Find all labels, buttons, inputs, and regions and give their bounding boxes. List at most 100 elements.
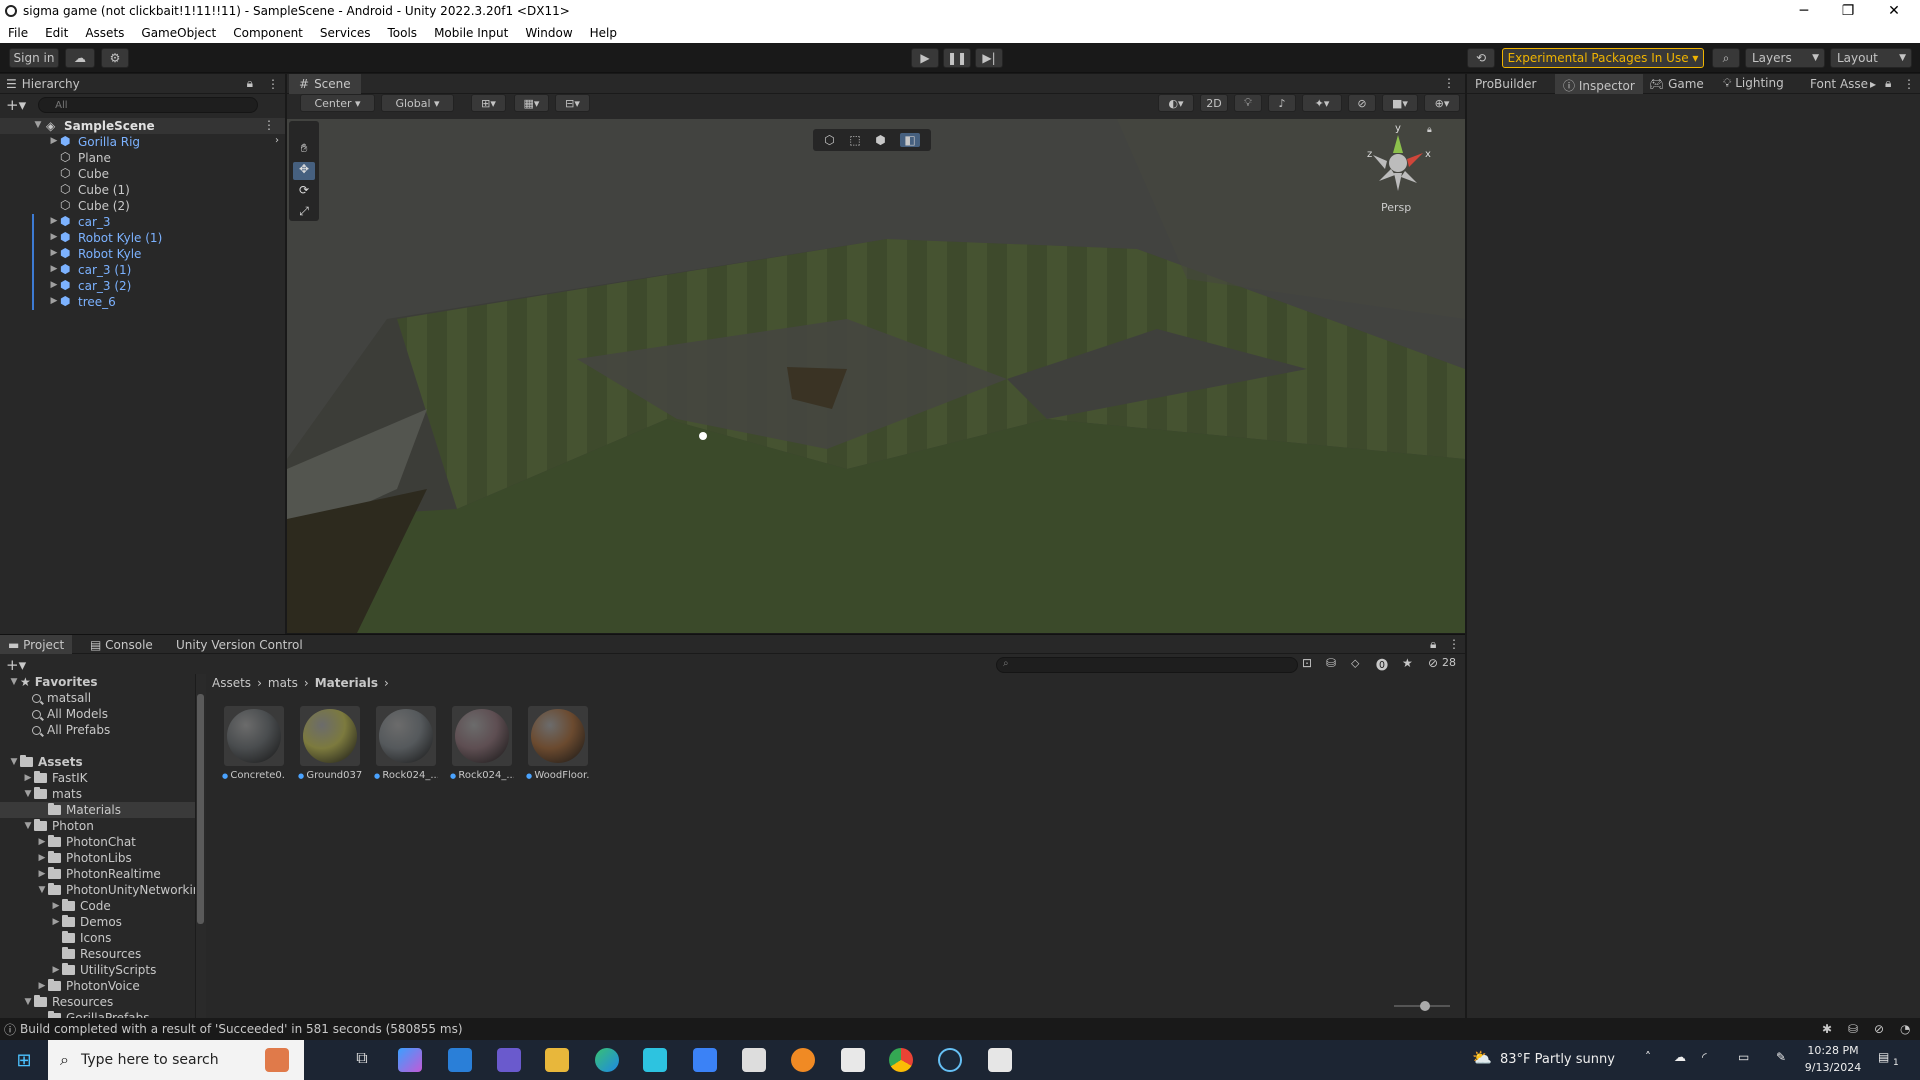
- grid-snap-icon[interactable]: ⊞▾: [471, 94, 506, 112]
- grid-visibility-icon[interactable]: ▦▾: [514, 94, 549, 112]
- material-asset[interactable]: ● Ground037...: [298, 706, 362, 786]
- cache-icon[interactable]: ⛁: [1848, 1022, 1858, 1036]
- add-icon[interactable]: +▾: [6, 96, 26, 114]
- file-explorer-icon[interactable]: [545, 1048, 569, 1072]
- menu-file[interactable]: File: [0, 26, 36, 40]
- box-view-icon[interactable]: ⬢: [875, 133, 885, 147]
- tab-inspector[interactable]: ⓘ Inspector: [1555, 74, 1643, 94]
- increment-snap-icon[interactable]: ⊟▾: [555, 94, 590, 112]
- project-folder[interactable]: ▶ UtilityScripts: [50, 962, 156, 978]
- clock-time[interactable]: 10:28 PM: [1800, 1044, 1866, 1057]
- app-icon-purple[interactable]: [497, 1048, 521, 1072]
- hierarchy-item[interactable]: ⬡ Cube (1): [0, 182, 285, 198]
- tab-scene[interactable]: # Scene: [289, 74, 361, 94]
- expand-arrow-icon[interactable]: ▼: [36, 885, 48, 895]
- clock-date[interactable]: 9/13/2024: [1800, 1061, 1866, 1074]
- hand-tool-icon[interactable]: ✋︎: [293, 141, 315, 159]
- progress-icon[interactable]: ◔: [1900, 1022, 1910, 1036]
- toggle-2d-button[interactable]: 2D: [1200, 94, 1228, 112]
- breadcrumb-item[interactable]: Materials: [315, 676, 378, 690]
- project-folder[interactable]: ▶ Demos: [50, 914, 122, 930]
- blender-icon[interactable]: [791, 1048, 815, 1072]
- hierarchy-item[interactable]: ▶ ⬢ Robot Kyle (1): [0, 230, 285, 246]
- project-folder[interactable]: GorillaPrefabs: [36, 1010, 149, 1018]
- camera-settings-icon[interactable]: ■▾: [1382, 94, 1418, 112]
- expand-arrow-icon[interactable]: ▶: [22, 773, 34, 783]
- menu-assets[interactable]: Assets: [77, 26, 132, 40]
- sign-in-button[interactable]: Sign in: [9, 48, 59, 68]
- draw-mode-icon[interactable]: ◐▾: [1158, 94, 1194, 112]
- label-icon[interactable]: ⬦: [1351, 656, 1359, 671]
- menu-component[interactable]: Component: [225, 26, 311, 40]
- scene-row[interactable]: ▼ ◈ SampleScene ⋮: [0, 118, 285, 134]
- menu-edit[interactable]: Edit: [37, 26, 76, 40]
- weather-text[interactable]: 83°F Partly sunny: [1500, 1052, 1615, 1067]
- favorite-item[interactable]: All Prefabs: [32, 722, 110, 738]
- experimental-packages-button[interactable]: Experimental Packages In Use ▾: [1502, 48, 1704, 68]
- expand-arrow-icon[interactable]: ▶: [48, 136, 60, 146]
- more-icon[interactable]: ⋮: [1443, 76, 1455, 90]
- status-message[interactable]: Build completed with a result of 'Succee…: [20, 1022, 462, 1036]
- persp-label[interactable]: Persp: [1381, 201, 1411, 214]
- pause-button[interactable]: ❚❚: [943, 48, 971, 68]
- weather-icon[interactable]: ⛅: [1472, 1048, 1492, 1067]
- more-icon[interactable]: ⋮: [267, 77, 279, 91]
- project-folder[interactable]: ▶ Code: [50, 898, 111, 914]
- task-view-icon[interactable]: ⧉: [350, 1048, 374, 1072]
- effects-icon[interactable]: ✦▾: [1302, 94, 1342, 112]
- project-folder[interactable]: ▼ mats: [22, 786, 82, 802]
- cube-view-icon[interactable]: ⬡: [824, 133, 834, 147]
- tab-project[interactable]: ▬ Project: [0, 635, 73, 655]
- create-asset-icon[interactable]: +▾: [6, 656, 26, 674]
- tab-font-asset[interactable]: Font Asse: [1810, 77, 1868, 91]
- assets-root[interactable]: ▼ Assets: [8, 754, 83, 770]
- expand-arrow-icon[interactable]: ▶: [36, 869, 48, 879]
- scale-tool-icon[interactable]: ⤢: [293, 204, 315, 222]
- layers-dropdown[interactable]: Layers ▼: [1745, 48, 1825, 68]
- step-button[interactable]: ▶|: [975, 48, 1003, 68]
- scene-menu-icon[interactable]: ⋮: [263, 118, 275, 132]
- expand-arrow-icon[interactable]: ▶: [50, 965, 62, 975]
- tab-game[interactable]: 🎮︎ Game: [1649, 77, 1704, 91]
- search-icon[interactable]: ⌕: [1712, 48, 1740, 68]
- unity-editor-icon[interactable]: [988, 1048, 1012, 1072]
- hierarchy-item[interactable]: ▶ ⬢ Gorilla Rig ›: [0, 134, 285, 150]
- chevron-right-icon[interactable]: ›: [275, 135, 279, 146]
- close-button[interactable]: ✕: [1872, 0, 1916, 22]
- battery-icon[interactable]: ▭: [1738, 1050, 1749, 1064]
- menu-tools[interactable]: Tools: [380, 26, 426, 40]
- edge-icon[interactable]: [595, 1048, 619, 1072]
- project-folder[interactable]: ▶ PhotonChat: [36, 834, 136, 850]
- copilot-icon[interactable]: [398, 1048, 422, 1072]
- project-folder[interactable]: ▶ PhotonLibs: [36, 850, 132, 866]
- expand-arrow-icon[interactable]: ▶: [48, 248, 60, 258]
- project-folder[interactable]: ▼ PhotonUnityNetworking: [36, 882, 195, 898]
- bug-icon[interactable]: ✱: [1822, 1022, 1832, 1036]
- expand-arrow-icon[interactable]: ▼: [32, 120, 44, 130]
- project-search-input[interactable]: ⌕: [996, 657, 1298, 673]
- more-icon[interactable]: ⋮: [1448, 637, 1460, 651]
- hierarchy-title[interactable]: Hierarchy: [22, 77, 80, 91]
- favorites-header[interactable]: ▼ ★ Favorites: [8, 674, 98, 690]
- layout-dropdown[interactable]: Layout ▼: [1830, 48, 1912, 68]
- zoom-slider-handle[interactable]: [1420, 1001, 1430, 1011]
- favorite-item[interactable]: matsall: [32, 690, 91, 706]
- project-folder[interactable]: ▶ PhotonVoice: [36, 978, 140, 994]
- expand-arrow-icon[interactable]: ▶: [36, 853, 48, 863]
- hidden-packages-icon[interactable]: ⊘: [1428, 656, 1438, 670]
- tab-lighting[interactable]: 💡︎ Lighting: [1723, 76, 1784, 91]
- rect-view-icon[interactable]: ⬚: [849, 133, 860, 147]
- menu-services[interactable]: Services: [312, 26, 379, 40]
- hierarchy-item[interactable]: ⬡ Cube: [0, 166, 285, 182]
- expand-arrow-icon[interactable]: ▶: [48, 216, 60, 226]
- project-folder[interactable]: ▶ PhotonRealtime: [36, 866, 161, 882]
- hierarchy-item[interactable]: ▶ ⬢ car_3 (2): [0, 278, 285, 294]
- expand-arrow-icon[interactable]: ▼: [22, 821, 34, 831]
- project-folder[interactable]: Icons: [50, 930, 111, 946]
- material-asset[interactable]: ● Concrete0...: [222, 706, 286, 786]
- hierarchy-search-input[interactable]: All: [38, 97, 259, 113]
- roblox-icon[interactable]: [841, 1048, 865, 1072]
- hierarchy-item[interactable]: ⬡ Cube (2): [0, 198, 285, 214]
- lock-icon[interactable]: 🔒︎: [1885, 76, 1891, 91]
- breadcrumb-item[interactable]: mats: [268, 676, 298, 690]
